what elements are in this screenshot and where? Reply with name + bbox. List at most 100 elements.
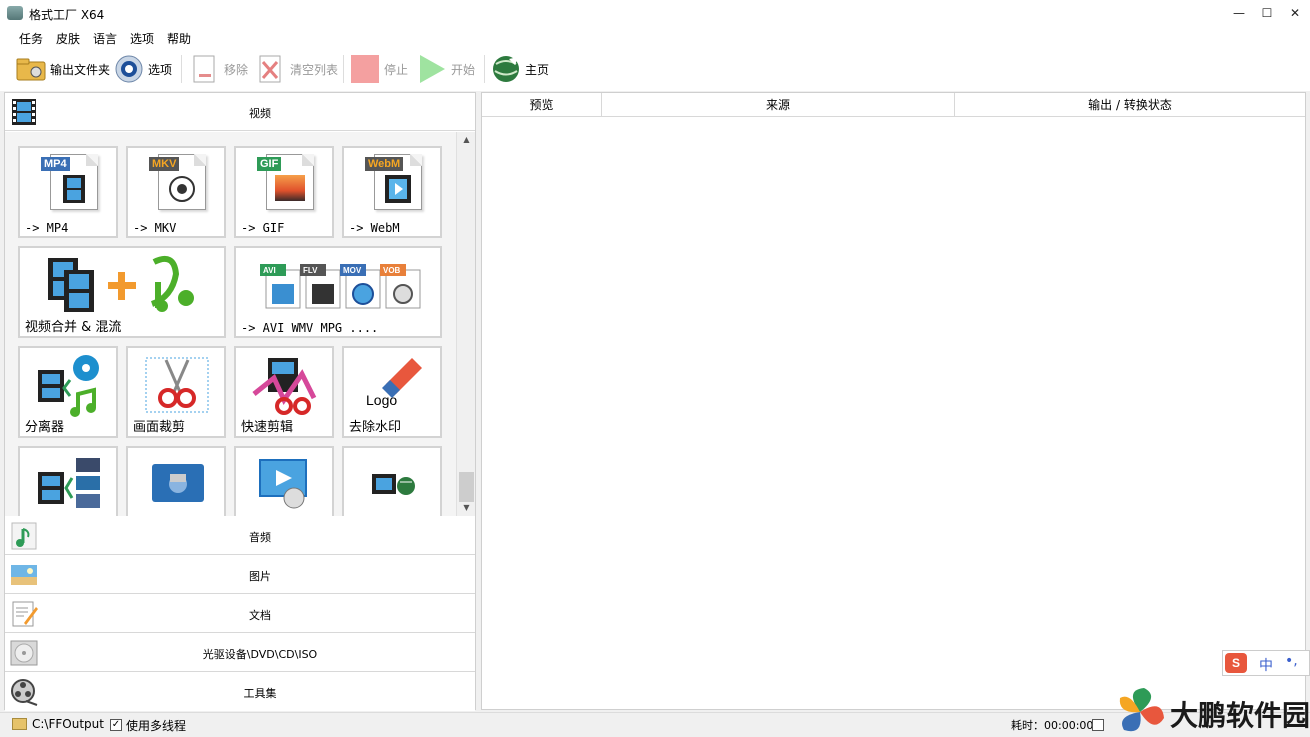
- category-tools[interactable]: 工具集: [5, 673, 475, 711]
- remove-button[interactable]: 移除: [190, 52, 248, 86]
- category-disc[interactable]: 光驱设备\DVD\CD\ISO: [5, 634, 475, 672]
- video-web-icon: [372, 474, 415, 495]
- screen-capture-icon: [152, 464, 204, 502]
- mp4-file-icon: MP4: [41, 154, 98, 210]
- tile-splitter[interactable]: 分离器: [18, 346, 118, 438]
- minimize-button[interactable]: —: [1224, 0, 1254, 27]
- tile-video-to-image[interactable]: [18, 446, 118, 516]
- tile-label: -> AVI WMV MPG ....: [241, 321, 379, 335]
- tile-label: -> MP4: [25, 221, 69, 235]
- film-reel-icon: [10, 677, 38, 707]
- menu-skin[interactable]: 皮肤: [56, 30, 80, 47]
- video-tool-grid: MP4 -> MP4 MKV -> MKV GIF -> GIF WebM ->…: [5, 132, 456, 516]
- window-title: 格式工厂 X64: [29, 8, 105, 22]
- tile-label: 视频合并 & 混流: [25, 320, 122, 335]
- toolbar-separator: [343, 55, 344, 83]
- tile-screen-record[interactable]: [126, 446, 226, 516]
- column-source[interactable]: 来源: [602, 93, 955, 117]
- ime-logo-icon: S: [1225, 653, 1247, 673]
- tile-to-mp4[interactable]: MP4 -> MP4: [18, 146, 118, 238]
- menu-help[interactable]: 帮助: [167, 30, 191, 47]
- tile-to-mkv[interactable]: MKV -> MKV: [126, 146, 226, 238]
- tile-label: -> WebM: [349, 221, 400, 235]
- site-watermark: 大鹏软件园: [1110, 686, 1310, 737]
- start-play-icon: [417, 54, 447, 84]
- tile-crop[interactable]: 画面裁剪: [126, 346, 226, 438]
- multithread-checkbox[interactable]: ✓: [110, 719, 122, 731]
- remove-icon: [190, 54, 220, 84]
- category-image[interactable]: 图片: [5, 556, 475, 594]
- clear-list-icon: [256, 54, 286, 84]
- stop-icon: [350, 54, 380, 84]
- close-button[interactable]: ✕: [1280, 0, 1310, 27]
- scroll-thumb[interactable]: [459, 472, 474, 502]
- tile-remove-watermark[interactable]: Logo 去除水印: [342, 346, 442, 438]
- ime-punct[interactable]: •,: [1285, 653, 1298, 669]
- document-pencil-icon: [10, 599, 38, 629]
- music-note-icon: [10, 521, 38, 551]
- watermark-logo-icon: [1119, 688, 1164, 732]
- video-grid-scrollbar[interactable]: ▲ ▼: [456, 132, 475, 516]
- disc-drive-icon: [10, 638, 38, 668]
- column-output-status[interactable]: 输出 / 转换状态: [955, 93, 1305, 117]
- video-to-images-icon: [38, 458, 100, 508]
- task-list[interactable]: 预览 来源 输出 / 转换状态: [481, 92, 1306, 710]
- multithread-label: 使用多线程: [126, 719, 187, 733]
- elapsed-time: 耗时：00:00:00: [1011, 719, 1094, 732]
- options-button[interactable]: 选项: [114, 52, 172, 86]
- options-gear-icon: [114, 54, 144, 84]
- tile-label: -> MKV: [133, 221, 177, 235]
- menu-bar: 任务 皮肤 语言 选项 帮助: [0, 27, 1310, 47]
- ime-mode[interactable]: 中: [1259, 655, 1273, 675]
- tile-label: 快速剪辑: [241, 420, 294, 435]
- mkv-file-icon: MKV: [149, 154, 206, 210]
- output-folder-button[interactable]: 输出文件夹: [16, 52, 110, 86]
- scroll-down-arrow-icon[interactable]: ▼: [457, 500, 476, 516]
- tile-quick-clip[interactable]: 快速剪辑: [234, 346, 334, 438]
- video-film-icon: [10, 97, 38, 127]
- watermark-text: 大鹏软件园: [1170, 699, 1310, 732]
- gif-file-icon: GIF: [257, 154, 314, 210]
- stop-button[interactable]: 停止: [350, 52, 408, 86]
- category-video[interactable]: 视频: [5, 93, 475, 131]
- app-icon: [7, 6, 23, 20]
- menu-options[interactable]: 选项: [130, 30, 154, 47]
- category-document[interactable]: 文档: [5, 595, 475, 633]
- tile-video-download[interactable]: [342, 446, 442, 516]
- crop-scissors-icon: [145, 357, 209, 413]
- tile-video-player[interactable]: [234, 446, 334, 516]
- video-play-icon: [259, 459, 307, 509]
- tile-label: -> GIF: [241, 221, 285, 235]
- tile-label: 去除水印: [349, 420, 402, 435]
- ime-toolbar[interactable]: S 中 •,: [1222, 650, 1310, 676]
- home-button[interactable]: 主页: [491, 52, 549, 86]
- column-preview[interactable]: 预览: [482, 93, 602, 117]
- tile-to-webm[interactable]: WebM -> WebM: [342, 146, 442, 238]
- tile-video-merge-mux[interactable]: 视频合并 & 混流: [18, 246, 226, 338]
- tile-label: 画面裁剪: [133, 420, 186, 435]
- maximize-button[interactable]: ☐: [1252, 0, 1282, 27]
- shutdown-checkbox[interactable]: [1092, 719, 1104, 731]
- webm-file-icon: WebM: [365, 154, 422, 210]
- clear-list-button[interactable]: 清空列表: [256, 52, 338, 86]
- toolbar-separator: [484, 55, 485, 83]
- menu-language[interactable]: 语言: [93, 30, 117, 47]
- category-audio[interactable]: 音频: [5, 517, 475, 555]
- output-path[interactable]: C:\FFOutput: [32, 717, 104, 731]
- logo-text: Logo: [366, 392, 398, 408]
- globe-icon: [491, 54, 521, 84]
- tile-label: 分离器: [25, 420, 65, 435]
- start-button[interactable]: 开始: [417, 52, 475, 86]
- tile-to-gif[interactable]: GIF -> GIF: [234, 146, 334, 238]
- output-folder-icon[interactable]: [12, 718, 27, 730]
- scroll-up-arrow-icon[interactable]: ▲: [457, 132, 476, 148]
- tile-to-avi-wmv-mpg[interactable]: AVI FLV MOV VOB -> AVI WMV MPG ....: [234, 246, 442, 338]
- merge-mux-icon: [48, 256, 194, 312]
- picture-icon: [10, 560, 38, 590]
- toolbar-separator: [181, 55, 182, 83]
- toolbar: 输出文件夹 选项 移除 清空列表 停止 开始 主页: [0, 47, 1310, 91]
- category-panel: 视频 MP4 -> MP4 MKV -> MKV GIF -> GIF WebM…: [4, 92, 476, 711]
- menu-task[interactable]: 任务: [19, 30, 43, 47]
- splitter-icon: [38, 355, 99, 417]
- title-bar: 格式工厂 X64 — ☐ ✕: [0, 0, 1310, 27]
